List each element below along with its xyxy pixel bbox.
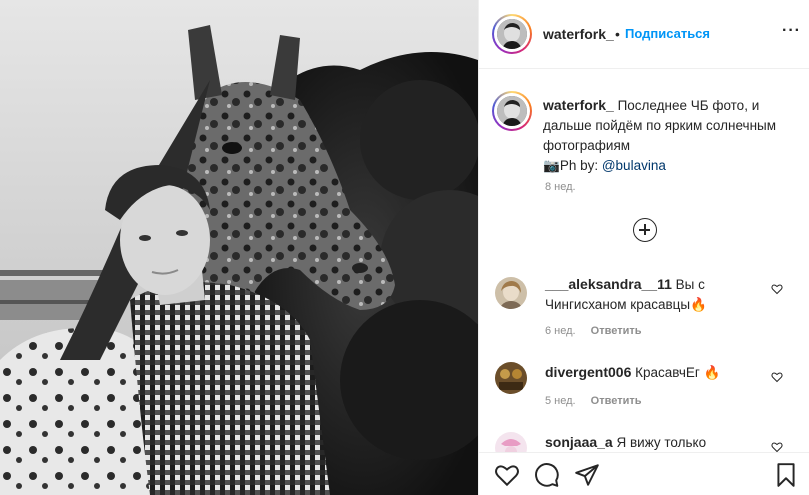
post-actions-bar — [479, 452, 809, 495]
reply-button[interactable]: Ответить — [591, 325, 642, 337]
like-heart-icon[interactable] — [494, 462, 520, 488]
author-avatar[interactable] — [492, 14, 532, 54]
comment-text: ___aleksandra__11 Вы с Чингисханом краса… — [545, 274, 765, 315]
caption-mention[interactable]: @bulavina — [602, 158, 666, 173]
comment-body: КрасавчЕг 🔥 — [635, 365, 721, 380]
comment-avatar[interactable] — [495, 277, 527, 309]
heart-icon[interactable] — [771, 283, 783, 295]
comment-avatar[interactable] — [495, 362, 527, 394]
photo-image — [0, 0, 478, 495]
follow-button[interactable]: Подписаться — [625, 26, 710, 41]
caption-credit: Ph by: — [559, 158, 602, 173]
follow-separator: • — [615, 26, 620, 42]
comment-username[interactable]: sonjaaa_a — [545, 434, 613, 450]
caption-text: waterfork_ Последнее ЧБ фото, и дальше п… — [543, 95, 793, 176]
plus-circle-icon[interactable] — [633, 218, 657, 242]
comment-meta: 5 нед. Ответить — [545, 395, 642, 407]
comment-text: sonjaaa_a Я вижу только — [545, 432, 765, 453]
comment-meta: 6 нед. Ответить — [545, 325, 642, 337]
caption-username[interactable]: waterfork_ — [543, 97, 614, 113]
more-options-icon[interactable]: ··· — [782, 22, 801, 40]
share-icon[interactable] — [574, 462, 600, 488]
caption-timestamp[interactable]: 8 нед. — [545, 181, 576, 193]
reply-button[interactable]: Ответить — [591, 395, 642, 407]
comment-text: divergent006 КрасавчЕг 🔥 — [545, 362, 765, 383]
bookmark-icon[interactable] — [773, 462, 799, 488]
camera-emoji: 📷 — [543, 158, 560, 173]
post-photo[interactable] — [0, 0, 478, 495]
comment-time[interactable]: 5 нед. — [545, 395, 576, 407]
comment-username[interactable]: divergent006 — [545, 364, 631, 380]
caption-avatar[interactable] — [492, 91, 532, 131]
comment-icon[interactable] — [534, 462, 560, 488]
post-header: waterfork_ • Подписаться ··· — [479, 0, 809, 69]
post-sidebar: waterfork_ • Подписаться ··· waterfork_ … — [478, 0, 809, 495]
comment-time[interactable]: 6 нед. — [545, 325, 576, 337]
heart-icon[interactable] — [771, 371, 783, 383]
comment-body: Я вижу только — [616, 435, 707, 450]
author-username[interactable]: waterfork_ — [543, 26, 614, 42]
comment-username[interactable]: ___aleksandra__11 — [545, 276, 672, 292]
